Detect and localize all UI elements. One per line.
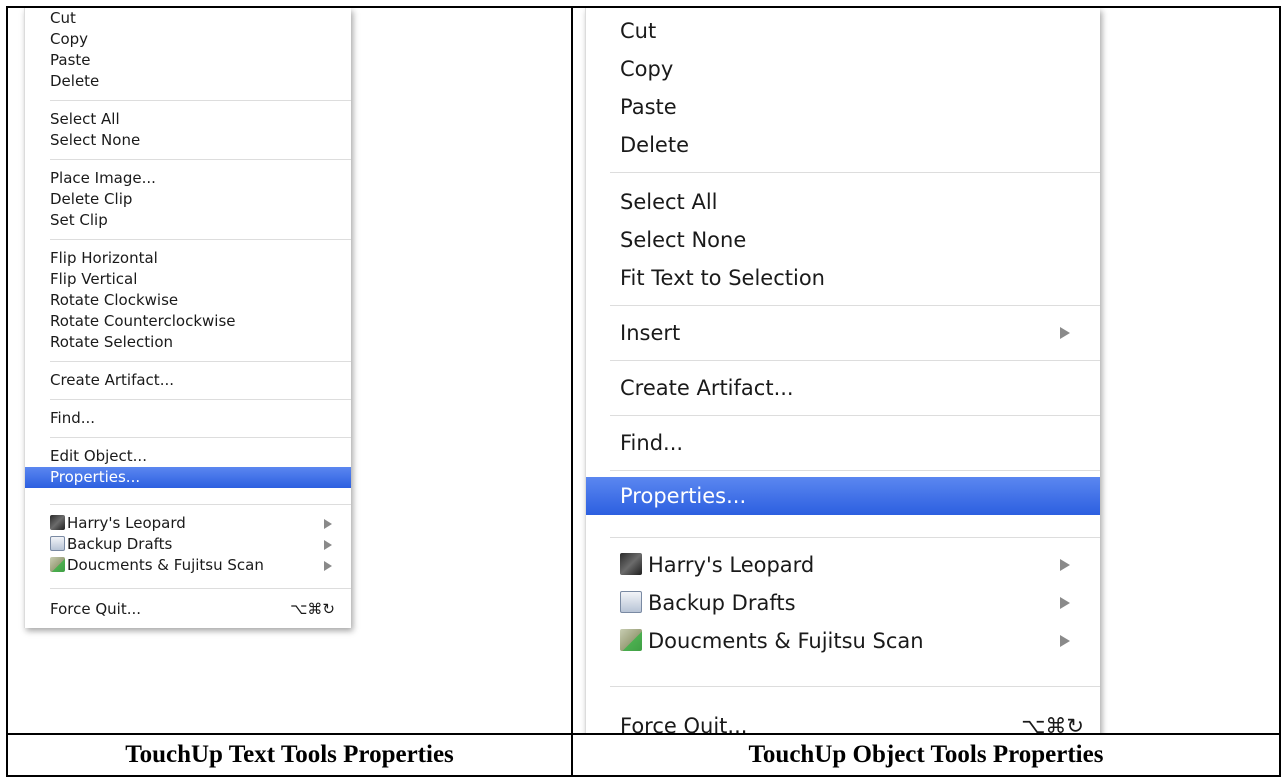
- menu-item-label: Doucments & Fujitsu Scan: [648, 629, 924, 653]
- folder-icon: [50, 556, 65, 572]
- submenu-arrow-icon: [1060, 597, 1070, 609]
- menu-item-backup-drafts[interactable]: Backup Drafts: [586, 584, 1100, 622]
- menu-item-paste[interactable]: Paste: [25, 50, 351, 71]
- menu-item-label: Insert: [620, 321, 681, 345]
- menu-item-cut[interactable]: Cut: [25, 9, 351, 29]
- drafts-document-icon: [620, 591, 642, 613]
- touchup-object-context-menu: Cut Copy Paste Delete Select All Select …: [585, 9, 1100, 734]
- menu-separator: [50, 504, 351, 505]
- caption-touchup-text-tools: TouchUp Text Tools Properties: [125, 741, 454, 768]
- menu-separator: [50, 588, 351, 589]
- menu-item-harrys-leopard[interactable]: Harry's Leopard: [586, 546, 1100, 584]
- menu-item-place-image[interactable]: Place Image...: [25, 168, 351, 189]
- menu-item-label: Backup Drafts: [648, 591, 796, 615]
- menu-item-properties[interactable]: Properties...: [586, 477, 1100, 515]
- menu-item-delete[interactable]: Delete: [25, 71, 351, 92]
- drafts-document-icon: [50, 535, 65, 551]
- menu-separator: [50, 239, 351, 240]
- menu-item-select-none[interactable]: Select None: [25, 130, 351, 151]
- menu-item-flip-vertical[interactable]: Flip Vertical: [25, 269, 351, 290]
- menu-item-edit-object[interactable]: Edit Object...: [25, 446, 351, 467]
- menu-item-documents-scan[interactable]: Doucments & Fujitsu Scan: [586, 622, 1100, 660]
- comparison-table: Cut Copy Paste Delete Select All Select …: [6, 6, 1281, 777]
- menu-item-create-artifact[interactable]: Create Artifact...: [586, 369, 1100, 407]
- menu-item-find[interactable]: Find...: [25, 408, 351, 429]
- menu-item-cut[interactable]: Cut: [586, 12, 1100, 50]
- menu-separator: [50, 437, 351, 438]
- menu-separator: [610, 172, 1100, 173]
- menu-item-copy[interactable]: Copy: [586, 50, 1100, 88]
- keyboard-shortcut: ⌥⌘↻: [1021, 714, 1084, 734]
- submenu-arrow-icon: [1060, 635, 1070, 647]
- menu-item-rotate-counterclockwise[interactable]: Rotate Counterclockwise: [25, 311, 351, 332]
- folder-icon: [620, 629, 642, 651]
- menu-item-rotate-selection[interactable]: Rotate Selection: [25, 332, 351, 353]
- menu-item-label: Doucments & Fujitsu Scan: [67, 556, 264, 574]
- menu-item-label: Backup Drafts: [67, 535, 173, 553]
- menu-item-backup-drafts[interactable]: Backup Drafts: [25, 534, 351, 555]
- left-caption-cell: TouchUp Text Tools Properties: [6, 733, 573, 777]
- menu-separator: [610, 686, 1100, 687]
- menu-separator: [610, 470, 1100, 471]
- menu-separator: [610, 360, 1100, 361]
- menu-item-label: Force Quit...: [620, 714, 748, 734]
- menu-item-paste[interactable]: Paste: [586, 88, 1100, 126]
- right-cell: Cut Copy Paste Delete Select All Select …: [571, 6, 1281, 735]
- menu-item-label: Harry's Leopard: [648, 553, 815, 577]
- submenu-arrow-icon: [324, 518, 332, 529]
- menu-item-label: Harry's Leopard: [67, 514, 186, 532]
- menu-separator: [610, 537, 1100, 538]
- menu-item-set-clip[interactable]: Set Clip: [25, 210, 351, 231]
- menu-item-harrys-leopard[interactable]: Harry's Leopard: [25, 513, 351, 534]
- menu-separator: [610, 305, 1100, 306]
- menu-separator: [50, 361, 351, 362]
- menu-separator: [50, 399, 351, 400]
- submenu-arrow-icon: [324, 539, 332, 550]
- menu-item-select-all[interactable]: Select All: [586, 183, 1100, 221]
- leopard-image-icon: [50, 514, 65, 530]
- submenu-arrow-icon: [324, 560, 332, 571]
- submenu-arrow-icon: [1060, 327, 1070, 339]
- menu-item-flip-horizontal[interactable]: Flip Horizontal: [25, 248, 351, 269]
- menu-item-delete[interactable]: Delete: [586, 126, 1100, 164]
- menu-item-properties[interactable]: Properties...: [25, 467, 351, 488]
- menu-item-create-artifact[interactable]: Create Artifact...: [25, 370, 351, 391]
- touchup-text-context-menu: Cut Copy Paste Delete Select All Select …: [24, 9, 351, 628]
- menu-item-insert[interactable]: Insert: [586, 314, 1100, 352]
- menu-item-label: Force Quit...: [50, 600, 142, 618]
- leopard-image-icon: [620, 553, 642, 575]
- submenu-arrow-icon: [1060, 559, 1070, 571]
- menu-item-select-none[interactable]: Select None: [586, 221, 1100, 259]
- left-cell: Cut Copy Paste Delete Select All Select …: [6, 6, 573, 735]
- menu-item-copy[interactable]: Copy: [25, 29, 351, 50]
- menu-item-delete-clip[interactable]: Delete Clip: [25, 189, 351, 210]
- menu-item-documents-scan[interactable]: Doucments & Fujitsu Scan: [25, 555, 351, 576]
- right-caption-cell: TouchUp Object Tools Properties: [571, 733, 1281, 777]
- caption-touchup-object-tools: TouchUp Object Tools Properties: [748, 741, 1104, 768]
- menu-separator: [50, 159, 351, 160]
- menu-item-force-quit[interactable]: Force Quit... ⌥⌘↻: [586, 707, 1100, 734]
- menu-item-find[interactable]: Find...: [586, 424, 1100, 462]
- menu-separator: [50, 100, 351, 101]
- menu-item-select-all[interactable]: Select All: [25, 109, 351, 130]
- menu-separator: [610, 415, 1100, 416]
- menu-item-force-quit[interactable]: Force Quit... ⌥⌘↻: [25, 599, 351, 620]
- menu-item-rotate-clockwise[interactable]: Rotate Clockwise: [25, 290, 351, 311]
- menu-item-fit-text-to-selection[interactable]: Fit Text to Selection: [586, 259, 1100, 297]
- keyboard-shortcut: ⌥⌘↻: [290, 600, 335, 618]
